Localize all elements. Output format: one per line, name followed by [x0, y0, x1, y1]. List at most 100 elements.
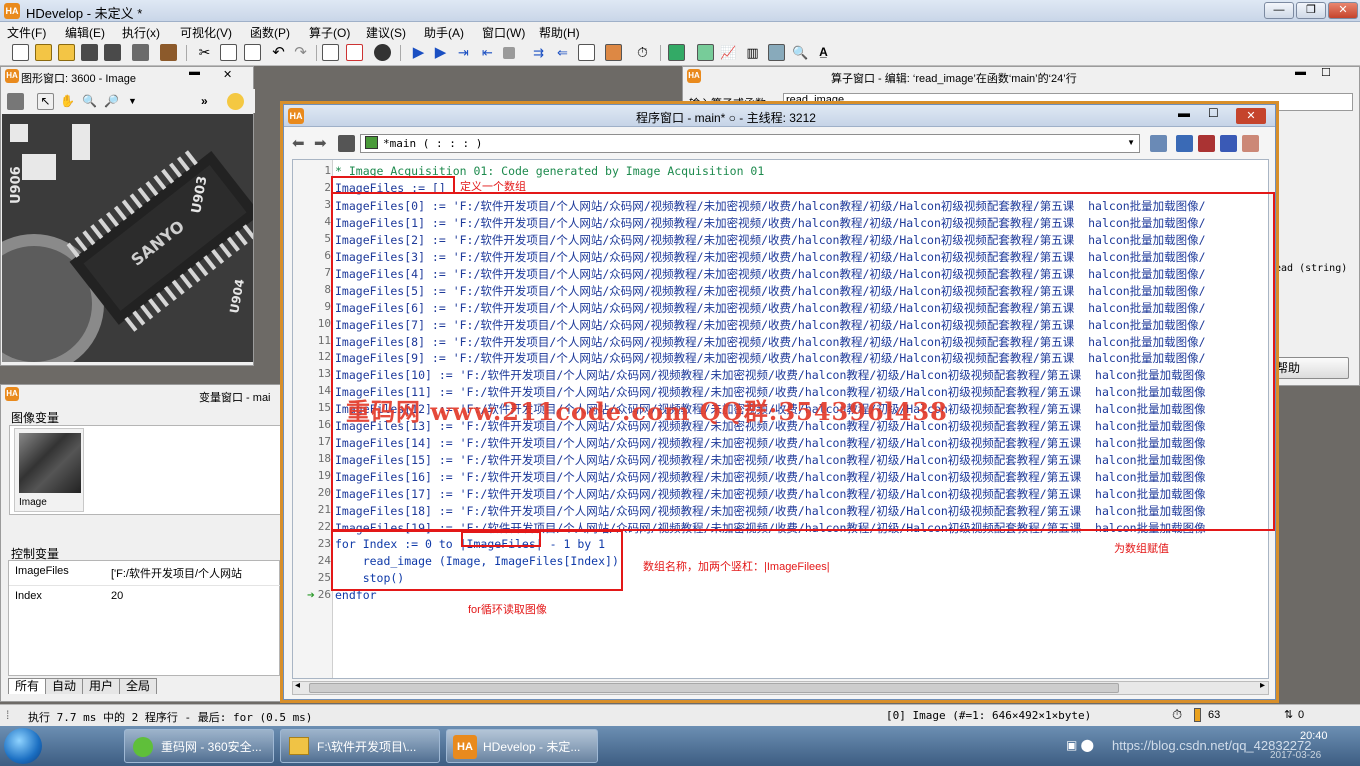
reset-program-icon[interactable]: ⇐ — [554, 44, 571, 61]
taskbar-item-hdevelop[interactable]: HA HDevelop - 未定... — [446, 729, 598, 763]
maximize-icon[interactable]: ☐ — [1321, 66, 1331, 79]
halcon-logo-icon: HA — [5, 387, 19, 401]
maximize-icon[interactable]: ☐ — [1208, 106, 1219, 120]
scroll-left-icon[interactable]: ◂ — [295, 680, 300, 691]
pointer-icon[interactable]: ↖ — [37, 93, 54, 110]
graphics-window-header: HA 图形窗口: 3600 - Image ▬ ✕ — [1, 66, 253, 85]
paste-icon[interactable] — [244, 44, 261, 61]
table-row[interactable]: Index 20 — [9, 585, 281, 607]
procedure-list-icon[interactable] — [338, 135, 355, 152]
activate-icon[interactable] — [578, 44, 595, 61]
profiler-icon[interactable] — [374, 44, 391, 61]
folder-icon — [289, 737, 309, 755]
variable-window-title: 变量窗口 - mai — [199, 392, 271, 404]
hand-icon[interactable]: ✋ — [59, 93, 76, 110]
line-number: 4 — [324, 214, 331, 228]
close-button[interactable]: ✕ — [1328, 2, 1358, 19]
menu-suggestions[interactable]: 建议(S) — [366, 24, 406, 41]
redo-icon[interactable]: ↷ — [292, 44, 309, 61]
table-row[interactable]: ImageFiles ['F:/软件开发项目/个人网站 — [9, 561, 281, 583]
minimize-button[interactable]: — — [1264, 2, 1294, 19]
procedure-edit-icon[interactable] — [1150, 135, 1167, 152]
start-button[interactable] — [4, 728, 42, 764]
close-icon[interactable]: ✕ — [223, 68, 232, 81]
var-value: ['F:/软件开发项目/个人网站 — [111, 568, 243, 580]
step-over-icon[interactable]: ▶ — [432, 44, 449, 61]
menu-file[interactable]: 文件(F) — [7, 24, 46, 41]
overflow-icon[interactable]: » — [201, 94, 208, 108]
magnifier-icon[interactable]: 🔍 — [81, 93, 98, 110]
stop-icon[interactable] — [503, 47, 515, 59]
menu-operators[interactable]: 算子(O) — [309, 24, 350, 41]
zoom-window-icon[interactable]: 🔍 — [792, 44, 809, 61]
tab-all[interactable]: 所有 — [8, 678, 47, 694]
feature-histogram-icon[interactable]: ▥ — [744, 44, 761, 61]
help-button[interactable]: 帮助 — [1271, 357, 1349, 379]
run-icon[interactable]: ▶ — [410, 44, 427, 61]
back-arrow-icon[interactable]: ⬅ — [292, 134, 305, 152]
minimize-icon[interactable]: ▬ — [1295, 66, 1306, 78]
taskbar-item-browser[interactable]: 重码网 - 360安全... — [124, 729, 274, 763]
copy-icon[interactable] — [220, 44, 237, 61]
minimize-icon[interactable]: ▬ — [1178, 106, 1190, 120]
insert-procedure-icon[interactable] — [1220, 135, 1237, 152]
tray-icons[interactable]: ▣ ⬤ — [1066, 738, 1094, 752]
operator-window-title: 算子窗口 - 编辑: ‘read_image’在函数‘main’的‘24’行 — [831, 73, 1077, 85]
line-number: 12 — [317, 350, 331, 364]
save-as-icon[interactable] — [104, 44, 121, 61]
save-icon[interactable] — [81, 44, 98, 61]
tab-global[interactable]: 全局 — [119, 678, 158, 694]
chevron-down-icon[interactable]: ▼ — [124, 93, 141, 110]
minimize-icon[interactable]: ▬ — [189, 66, 200, 78]
open-recent-icon[interactable] — [58, 44, 75, 61]
new-file-icon[interactable] — [12, 44, 29, 61]
delete-procedure-icon[interactable] — [1242, 135, 1259, 152]
menu-edit[interactable]: 编辑(E) — [65, 24, 105, 41]
cut-icon[interactable]: ✂ — [196, 44, 213, 61]
step-into-icon[interactable]: ⇥ — [455, 44, 472, 61]
breakpoint-icon[interactable] — [605, 44, 622, 61]
gray-histogram-icon[interactable] — [697, 44, 714, 61]
settings-sun-icon[interactable] — [227, 93, 244, 110]
image-display[interactable]: SANYO U906 U903 U904 — [2, 114, 253, 362]
menu-execute[interactable]: 执行(x) — [122, 24, 160, 41]
app-titlebar: HA HDevelop - 未定义 * — ❐ ✕ — [0, 0, 1360, 22]
close-icon[interactable]: ✕ — [1236, 108, 1266, 124]
unlock-icon[interactable] — [1198, 135, 1215, 152]
tab-user[interactable]: 用户 — [82, 678, 121, 694]
run-to-insert-icon[interactable]: ⇉ — [530, 44, 547, 61]
clock-time: 20:40 — [1300, 730, 1328, 742]
graphics-settings-icon[interactable] — [668, 44, 685, 61]
taskbar-item-label: F:\软件开发项目\... — [317, 740, 417, 754]
maximize-button[interactable]: ❐ — [1296, 2, 1326, 19]
menu-procedures[interactable]: 函数(P) — [250, 24, 290, 41]
line-profile-icon[interactable]: 📈 — [720, 44, 737, 61]
ocr-icon[interactable]: A̲ — [815, 44, 832, 61]
forward-arrow-icon[interactable]: ➡ — [314, 134, 327, 152]
export-icon[interactable] — [160, 44, 177, 61]
menu-visualize[interactable]: 可视化(V) — [180, 24, 232, 41]
tab-auto[interactable]: 自动 — [45, 678, 84, 694]
open-folder-icon[interactable] — [35, 44, 52, 61]
graphics-edit-icon[interactable] — [7, 93, 24, 110]
annotation-assign-array: 为数组赋值 — [1114, 543, 1169, 555]
edit-interface-icon[interactable] — [1176, 135, 1193, 152]
horizontal-scrollbar[interactable]: ◂ ▸ — [292, 680, 1269, 695]
control-variables-table: ImageFiles ['F:/软件开发项目/个人网站 Index 20 — [8, 560, 281, 676]
taskbar-item-explorer[interactable]: F:\软件开发项目\... — [280, 729, 440, 763]
menu-assistants[interactable]: 助手(A) — [424, 24, 464, 41]
save-all-icon[interactable] — [132, 44, 149, 61]
timer-icon[interactable]: ⏱ — [634, 44, 651, 61]
step-out-icon[interactable]: ⇤ — [479, 44, 496, 61]
scroll-right-icon[interactable]: ▸ — [1260, 680, 1265, 691]
menu-help[interactable]: 帮助(H) — [539, 24, 580, 41]
procedure-select[interactable]: *main ( : : : ) ▼ — [360, 134, 1140, 153]
undo-icon[interactable]: ↶ — [270, 44, 287, 61]
scroll-thumb[interactable] — [309, 683, 1119, 693]
zoom-icon[interactable]: 🔎 — [103, 93, 120, 110]
image-variable-tile[interactable]: Image — [14, 428, 84, 512]
edit-procedure-icon[interactable] — [346, 44, 363, 61]
procedure-icon[interactable] — [322, 44, 339, 61]
feature-inspection-icon[interactable] — [768, 44, 785, 61]
menu-window[interactable]: 窗口(W) — [482, 24, 525, 41]
